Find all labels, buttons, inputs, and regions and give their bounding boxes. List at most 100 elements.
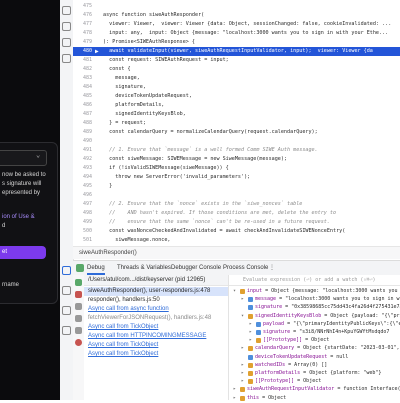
code-line[interactable]: 492 const siweMessage: SIWEMessage = new…	[73, 155, 400, 164]
chevron-down-icon[interactable]: ⌄	[36, 151, 40, 159]
code-line[interactable]: 501 siweMessage.nonce,	[73, 236, 400, 245]
code-editor[interactable]: 475 476 async function siweAuthResponder(4…	[73, 0, 400, 258]
line-number[interactable]: 490	[75, 137, 92, 146]
line-number[interactable]: 483	[75, 74, 92, 83]
line-number[interactable]: 482	[75, 65, 92, 74]
code-line[interactable]: 482 const {	[73, 65, 400, 74]
terminal-icon[interactable]	[62, 286, 71, 295]
code-text: // 1. Ensure that `message` is a well fo…	[103, 147, 318, 153]
breadcrumb[interactable]: siweAuthResponder()	[73, 246, 400, 259]
code-line[interactable]: 498 // AND hasn't expired. If those cond…	[73, 209, 400, 218]
line-number[interactable]: 489	[75, 128, 92, 137]
line-number[interactable]: 494	[75, 173, 92, 182]
variables-panel: Evaluate expression (⏎) or add a watch (…	[229, 275, 400, 403]
code-line[interactable]: 496	[73, 191, 400, 200]
commit-icon[interactable]	[62, 22, 71, 31]
code-line[interactable]: 479): Promise<SIWEAuthResponse> {	[73, 38, 400, 47]
current-execution-line[interactable]: 480 ▶ await validateInput(viewer, siweAut…	[73, 47, 400, 56]
line-number[interactable]: 496	[75, 191, 92, 200]
code-line[interactable]: 481 const request: SIWEAuthRequest = inp…	[73, 56, 400, 65]
line-number[interactable]: 497	[75, 200, 92, 209]
tab-debugger-console[interactable]: Debugger Console	[171, 261, 221, 275]
line-number[interactable]: 501	[75, 236, 92, 245]
stack-frame[interactable]: siweAuthResponder(), user-responders.js:…	[84, 287, 228, 296]
variable-type-icon	[248, 379, 253, 385]
async-frame-link[interactable]: Async call from TickObject	[84, 341, 228, 350]
thread-selector[interactable]: /Users/atul/com.../dist/keyserver (pid 1…	[84, 275, 228, 286]
variable-value: = null	[330, 353, 349, 360]
line-number[interactable]: 481	[75, 56, 92, 65]
line-number[interactable]: 498	[75, 209, 92, 218]
code-line[interactable]: 499 // ensure that the same `nonce` can'…	[73, 218, 400, 227]
async-frame-link[interactable]: Async call from HTTPINCOMINGMESSAGE	[84, 332, 228, 341]
code-line[interactable]: 477 viewer: Viewer, viewer: Viewer {data…	[73, 20, 400, 29]
line-number[interactable]: 476	[75, 11, 92, 20]
resume-icon[interactable]	[75, 279, 82, 286]
code-line[interactable]: 500 const wasNonceCheckedAndInvalidated …	[73, 227, 400, 236]
username-label: rname	[2, 282, 20, 288]
line-number[interactable]: 495	[75, 182, 92, 191]
frames-panel: /Users/atul/com.../dist/keyserver (pid 1…	[84, 275, 229, 400]
terms-link[interactable]: ion of Use &	[2, 214, 35, 220]
line-number[interactable]: 499	[75, 218, 92, 227]
evaluate-expression-input[interactable]: Evaluate expression (⏎) or add a watch (…	[229, 275, 400, 286]
line-number[interactable]: 478	[75, 29, 92, 38]
line-number[interactable]: 485	[75, 92, 92, 101]
code-text: platformDetails,	[103, 102, 165, 108]
stack-frame[interactable]: responder(), handlers.js:50	[84, 296, 228, 305]
tab-threads-variables[interactable]: Threads & Variables	[117, 261, 171, 275]
line-number[interactable]: 487	[75, 110, 92, 119]
code-text: deviceTokenUpdateRequest,	[103, 93, 192, 99]
stack-frame[interactable]: fetchViewerForJSONRequest(), handlers.js…	[84, 314, 228, 323]
step-out-icon[interactable]	[75, 327, 82, 334]
line-number[interactable]: 480	[75, 47, 92, 56]
code-text: signature,	[103, 84, 146, 90]
code-line[interactable]: 485 deviceTokenUpdateRequest,	[73, 92, 400, 101]
code-line[interactable]: 487 signedIdentityKeysBlob,	[73, 110, 400, 119]
code-line[interactable]: 495 }	[73, 182, 400, 191]
problems-icon[interactable]	[62, 306, 71, 315]
git-icon[interactable]	[62, 326, 71, 335]
line-number[interactable]: 486	[75, 101, 92, 110]
expand-toggle-icon[interactable]: ▸	[233, 394, 239, 403]
code-line[interactable]: 490	[73, 137, 400, 146]
line-number[interactable]: 500	[75, 227, 92, 236]
stop-icon[interactable]	[75, 291, 82, 298]
code-line[interactable]: 488 } = request;	[73, 119, 400, 128]
code-line[interactable]: 478 input: any, input: Object {message: …	[73, 29, 400, 38]
line-number[interactable]: 477	[75, 20, 92, 29]
breakpoints-icon[interactable]	[75, 339, 82, 346]
line-number[interactable]: 493	[75, 164, 92, 173]
step-into-icon[interactable]	[75, 315, 82, 322]
code-line[interactable]: 483 message,	[73, 74, 400, 83]
project-icon[interactable]	[62, 6, 71, 15]
line-number[interactable]: 488	[75, 119, 92, 128]
async-frame-link[interactable]: Async call from TickObject	[84, 323, 228, 332]
line-number[interactable]: 484	[75, 83, 92, 92]
variable-row[interactable]: ▸ this = Object	[229, 394, 400, 403]
auth-card	[0, 142, 58, 304]
debug-tool-icon[interactable]	[62, 266, 71, 275]
async-frame-link[interactable]: Async call from async function	[84, 305, 228, 314]
line-number[interactable]: 479	[75, 38, 92, 47]
variable-type-icon	[248, 313, 253, 319]
code-line[interactable]: 475	[73, 2, 400, 11]
step-over-icon[interactable]	[75, 303, 82, 310]
async-frame-link[interactable]: Async call from TickObject	[84, 350, 228, 359]
line-number[interactable]: 491	[75, 146, 92, 155]
code-line[interactable]: 493 if (!isValidSIWEMessage(siweMessage)…	[73, 164, 400, 173]
code-line[interactable]: 494 throw new ServerError('invalid_param…	[73, 173, 400, 182]
line-number[interactable]: 492	[75, 155, 92, 164]
structure-icon[interactable]	[62, 38, 71, 47]
tab-debug[interactable]: Debug	[87, 261, 105, 275]
code-line[interactable]: 484 signature,	[73, 83, 400, 92]
code-line[interactable]: 497 // 2. Ensure that the `nonce` exists…	[73, 200, 400, 209]
line-number[interactable]: 475	[75, 2, 92, 11]
code-line[interactable]: 489 const calendarQuery = normalizeCalen…	[73, 128, 400, 137]
code-line[interactable]: 476 async function siweAuthResponder(	[73, 11, 400, 20]
more-tools-icon[interactable]	[62, 54, 71, 63]
tab-process-console[interactable]: Process Console	[223, 261, 268, 275]
code-line[interactable]: 486 platformDetails,	[73, 101, 400, 110]
code-line[interactable]: 491 // 1. Ensure that `message` is a wel…	[73, 146, 400, 155]
more-options-icon[interactable]: ⋮	[269, 261, 275, 275]
